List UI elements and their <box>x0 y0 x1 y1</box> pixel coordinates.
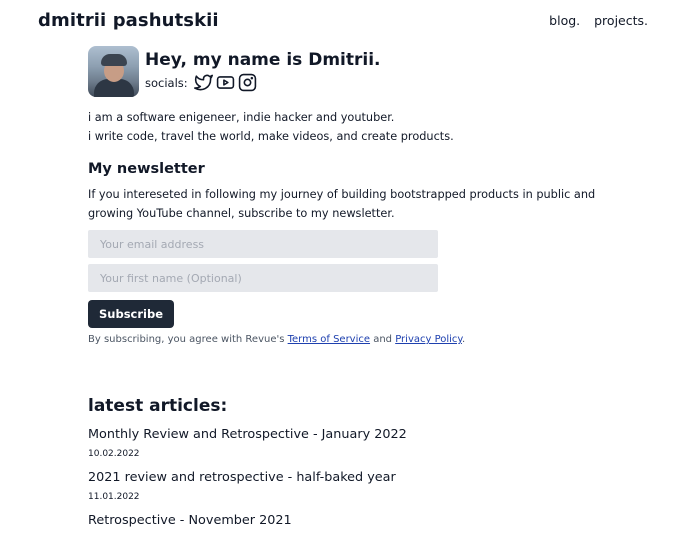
socials-row: socials: <box>145 73 381 92</box>
twitter-icon[interactable] <box>193 73 213 92</box>
greeting-heading: Hey, my name is Dmitrii. <box>145 50 381 70</box>
email-field[interactable] <box>88 230 438 258</box>
bio-line: i am a software enigeneer, indie hacker … <box>88 111 395 124</box>
main-content: Hey, my name is Dmitrii. socials: i am a… <box>88 46 608 534</box>
article-item: Monthly Review and Retrospective - Janua… <box>88 426 608 460</box>
nav-blog-link[interactable]: blog. <box>549 13 580 28</box>
article-title-link[interactable]: 2021 review and retrospective - half-bak… <box>88 469 608 487</box>
newsletter-form: Subscribe <box>88 230 608 328</box>
newsletter-heading: My newsletter <box>88 161 205 177</box>
terms-of-service-link[interactable]: Terms of Service <box>288 334 370 345</box>
avatar <box>88 46 139 97</box>
terms-prefix: By subscribing, you agree with Revue's <box>88 334 288 345</box>
article-item: 2021 review and retrospective - half-bak… <box>88 469 608 503</box>
hero-text: Hey, my name is Dmitrii. socials: <box>145 46 381 92</box>
first-name-field[interactable] <box>88 264 438 292</box>
article-date: 11.01.2022 <box>88 492 140 502</box>
nav-projects-link[interactable]: projects. <box>594 13 648 28</box>
instagram-icon[interactable] <box>238 73 257 92</box>
hero: Hey, my name is Dmitrii. socials: <box>88 46 608 98</box>
article-title-link[interactable]: Monthly Review and Retrospective - Janua… <box>88 426 608 444</box>
bio-line: i write code, travel the world, make vid… <box>88 130 454 143</box>
newsletter-description: If you intereseted in following my journ… <box>88 188 596 220</box>
terms-suffix: . <box>461 334 466 345</box>
subscribe-button[interactable]: Subscribe <box>88 300 175 328</box>
socials-label: socials: <box>145 75 188 90</box>
privacy-policy-link[interactable]: Privacy Policy <box>395 334 462 345</box>
site-title[interactable]: dmitrii pashutskii <box>38 10 219 31</box>
articles-heading: latest articles: <box>88 396 228 416</box>
bio: i am a software enigeneer, indie hacker … <box>88 108 608 146</box>
main-nav: blog. projects. <box>549 13 648 28</box>
terms-notice: By subscribing, you agree with Revue's T… <box>88 333 608 347</box>
youtube-icon[interactable] <box>216 73 235 92</box>
article-title-link[interactable]: Retrospective - November 2021 <box>88 512 608 530</box>
article-item: Retrospective - November 2021 <box>88 512 608 530</box>
terms-and: and <box>370 334 396 345</box>
article-date: 10.02.2022 <box>88 449 140 459</box>
